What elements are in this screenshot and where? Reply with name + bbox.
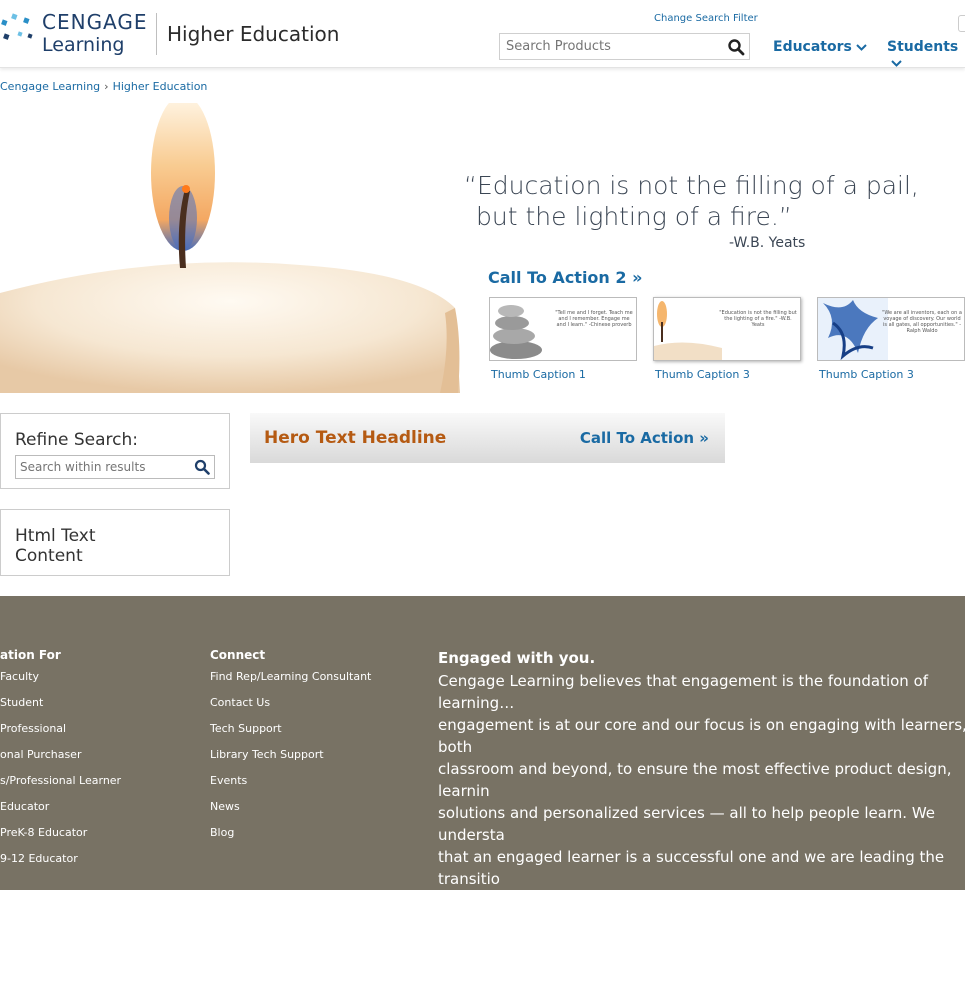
site-header: CENGAGE Learning Higher Education Change… <box>0 0 965 68</box>
hero-text-headline: Hero Text Headline <box>264 428 447 448</box>
refine-search-box <box>15 455 215 479</box>
site-footer: ation For Faculty Student Professional o… <box>0 596 965 998</box>
thumbnail-1-caption[interactable]: Thumb Caption 1 <box>491 368 586 381</box>
call-to-action-2-link[interactable]: Call To Action 2 » <box>488 268 642 287</box>
hero-text-bar: Hero Text Headline Call To Action » <box>250 413 725 463</box>
footer-link-find-rep[interactable]: Find Rep/Learning Consultant <box>210 670 371 683</box>
blue-ink-thumb-image <box>818 298 888 360</box>
footer-link-events[interactable]: Events <box>210 774 247 787</box>
cta2-label: Call To Action 2 <box>488 268 627 287</box>
footer-about-title: Engaged with you. <box>438 649 596 667</box>
refine-search-title: Refine Search: <box>15 430 138 450</box>
thumbnail-1[interactable]: "Tell me and I forget. Teach me and I re… <box>489 297 637 361</box>
thumbnail-1-quote: "Tell me and I forget. Teach me and I re… <box>555 310 633 328</box>
hero-quote-author: -W.B. Yeats <box>729 235 806 251</box>
footer-link-contact-us[interactable]: Contact Us <box>210 696 270 709</box>
nav-educators-label: Educators <box>773 39 852 55</box>
breadcrumb-current[interactable]: Higher Education <box>113 80 208 93</box>
cengage-logo-icon[interactable] <box>0 12 36 48</box>
double-chevron-right-icon: » <box>632 268 643 287</box>
double-chevron-right-icon: » <box>699 429 709 447</box>
candle-thumb-image <box>654 301 722 360</box>
footer-link-library-tech-support[interactable]: Library Tech Support <box>210 748 324 761</box>
footer-about-body: Cengage Learning believes that engagemen… <box>438 672 965 998</box>
footer-link-professional-learner[interactable]: s/Professional Learner <box>0 774 121 787</box>
thumbnail-2[interactable]: "Education is not the filling but the li… <box>653 297 801 361</box>
footer-link-student[interactable]: Student <box>0 696 43 709</box>
nav-students[interactable]: Students <box>887 39 965 71</box>
footer-link-professional[interactable]: Professional <box>0 722 66 735</box>
chevron-down-icon <box>856 44 867 51</box>
account-button[interactable] <box>958 15 965 32</box>
html-text-content: Html Text Content <box>15 526 96 566</box>
footer-link-institutional-purchaser[interactable]: onal Purchaser <box>0 748 81 761</box>
candle-hero-image <box>0 103 460 393</box>
footer-col2-title: Connect <box>210 648 266 662</box>
change-search-filter-link[interactable]: Change Search Filter <box>654 13 758 24</box>
breadcrumb-separator-icon: › <box>104 80 109 93</box>
footer-link-faculty[interactable]: Faculty <box>0 670 39 683</box>
stones-thumb-image <box>490 305 542 359</box>
logo-divider <box>156 13 157 55</box>
hero-quote-line2: but the lighting of a fire.” <box>476 202 792 231</box>
footer-link-blog[interactable]: Blog <box>210 826 234 839</box>
footer-col1-title: ation For <box>0 648 61 662</box>
call-to-action-label: Call To Action <box>579 429 695 447</box>
hero-quote-line1: “Education is not the filling of a pail, <box>464 171 919 200</box>
thumbnail-3-quote: "We are all inventors, each on a voyage … <box>882 310 962 334</box>
nav-students-label: Students <box>887 39 959 55</box>
footer-link-tech-support[interactable]: Tech Support <box>210 722 282 735</box>
refine-search-panel: Refine Search: <box>0 413 230 489</box>
html-text-content-box: Html Text Content <box>0 509 230 576</box>
breadcrumb: Cengage Learning › Higher Education <box>0 80 207 93</box>
breadcrumb-home[interactable]: Cengage Learning <box>0 80 100 93</box>
thumbnail-2-caption[interactable]: Thumb Caption 3 <box>655 368 750 381</box>
thumbnail-2-quote: "Education is not the filling but the li… <box>719 310 797 328</box>
logo-wordmark-bottom[interactable]: Learning <box>42 34 125 56</box>
hero-quote: “Education is not the filling of a pail,… <box>464 170 919 232</box>
search-icon[interactable] <box>727 38 745 56</box>
site-section-title[interactable]: Higher Education <box>167 22 339 46</box>
logo-wordmark-top[interactable]: CENGAGE <box>42 10 148 34</box>
nav-educators[interactable]: Educators <box>773 39 867 55</box>
thumbnail-3-caption[interactable]: Thumb Caption 3 <box>819 368 914 381</box>
footer-link-9-12-educator[interactable]: 9-12 Educator <box>0 852 78 865</box>
chevron-down-icon <box>891 60 902 67</box>
footer-link-prek8-educator[interactable]: PreK-8 Educator <box>0 826 87 839</box>
thumbnail-3[interactable]: "We are all inventors, each on a voyage … <box>817 297 965 361</box>
product-search-box <box>499 33 750 60</box>
call-to-action-link[interactable]: Call To Action » <box>580 429 709 447</box>
product-search-input[interactable] <box>500 34 720 59</box>
footer-link-educator[interactable]: Educator <box>0 800 49 813</box>
footer-link-news[interactable]: News <box>210 800 240 813</box>
refine-search-input[interactable] <box>16 456 186 478</box>
search-icon[interactable] <box>194 459 210 475</box>
